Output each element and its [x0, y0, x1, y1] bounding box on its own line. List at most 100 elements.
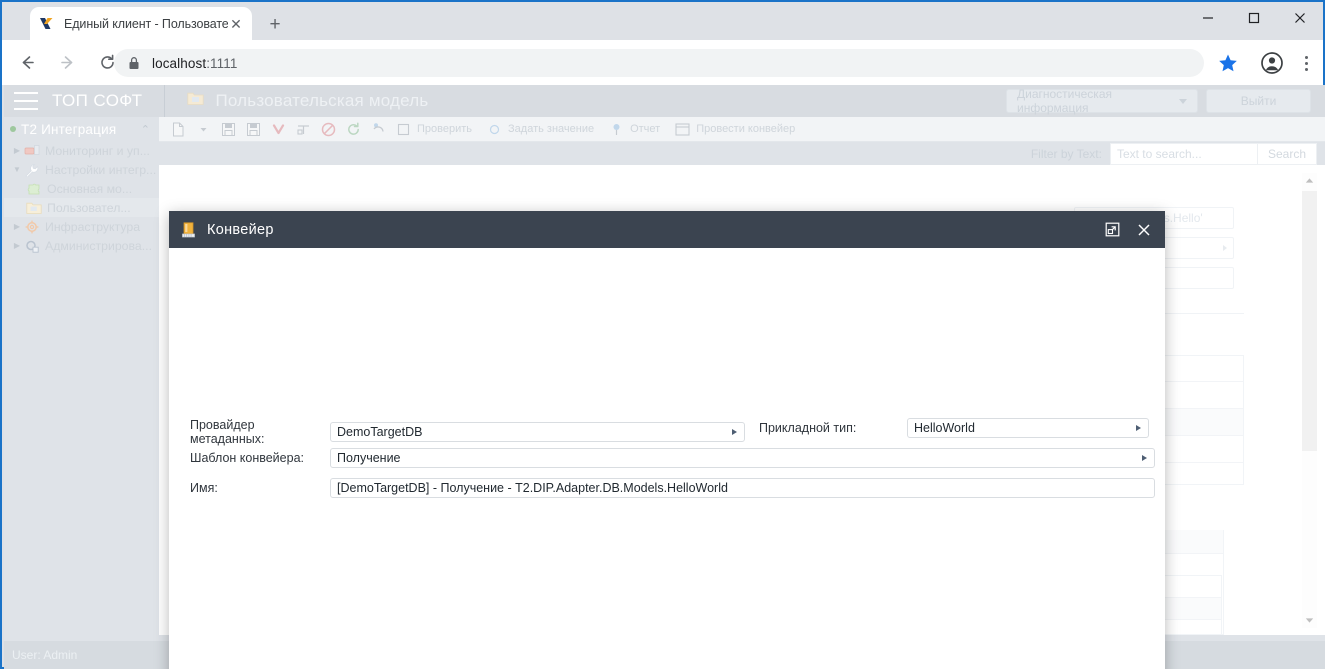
profile-icon[interactable] [1260, 51, 1284, 75]
diagnostics-dropdown-label: Диагностическая информация [1017, 87, 1112, 115]
toolbar-item-icon[interactable] [392, 119, 414, 139]
delete-icon[interactable] [267, 119, 289, 139]
expand-arrow-icon[interactable]: ▶ [10, 217, 24, 236]
sidebar-item-label: Администрирова... [45, 238, 153, 253]
address-bar[interactable]: localhost:1111 [114, 49, 1204, 77]
expand-arrow-icon[interactable]: ▶ [10, 141, 24, 160]
expand-arrow-icon[interactable]: ▶ [10, 236, 24, 255]
browser-tab[interactable]: Единый клиент - Пользовательс ✕ [30, 7, 252, 40]
chevron-right-icon [1223, 245, 1227, 251]
sidebar-item-infrastructure[interactable]: ▶ Инфраструктура [4, 217, 159, 236]
folder-icon [26, 201, 42, 215]
web-page: ТОП СОФТ Пользовательская модель Диагнос… [4, 85, 1325, 669]
forbidden-icon[interactable] [317, 119, 339, 139]
sidebar-root-label: T2 Интеграция [21, 121, 117, 137]
scrollbar-thumb[interactable] [1302, 191, 1317, 451]
logout-button[interactable]: Выйти [1206, 89, 1311, 113]
sidebar-item-monitoring[interactable]: ▶ Мониторинг и уп... [4, 141, 159, 160]
back-icon[interactable] [12, 48, 42, 78]
gear-icon [24, 220, 40, 234]
dialog-titlebar[interactable]: Конвейер [169, 211, 1165, 248]
vertical-scrollbar[interactable] [1302, 173, 1317, 628]
sidebar-item-label: Мониторинг и уп... [45, 143, 150, 158]
save-all-icon[interactable] [242, 119, 264, 139]
field-label: Провайдер метаданных: [190, 418, 265, 446]
refresh-icon[interactable] [342, 119, 364, 139]
metadata-provider-combobox[interactable]: DemoTargetDB [330, 422, 745, 442]
sidebar-item-label: Основная мо... [47, 181, 133, 196]
pipeline-template-combobox[interactable]: Получение [330, 448, 1155, 468]
chevron-right-icon[interactable] [1142, 455, 1147, 461]
close-button[interactable] [1277, 2, 1323, 34]
close-icon[interactable] [1129, 215, 1159, 245]
page-title: Пользовательская модель [215, 91, 429, 110]
forward-icon [52, 48, 82, 78]
toolbar-item-icon[interactable] [483, 119, 505, 139]
undo-icon[interactable] [367, 119, 389, 139]
dialog-title: Конвейер [207, 221, 274, 238]
folder-icon [187, 91, 205, 111]
browser-tab-title: Единый клиент - Пользовательс [64, 16, 228, 31]
menu-dot [1304, 55, 1308, 59]
sidebar-item-label: Пользовател... [47, 200, 131, 215]
field-label: Имя: [190, 481, 218, 495]
application-type-combobox[interactable]: HelloWorld [907, 418, 1149, 438]
metadata-provider-value: DemoTargetDB [337, 425, 423, 439]
sidebar-item-integration-settings[interactable]: ▼ Настройки интегр... [4, 160, 159, 179]
app-brand: ТОП СОФТ [52, 85, 166, 117]
window-icon[interactable] [671, 119, 693, 139]
chevron-right-icon[interactable] [1136, 425, 1141, 431]
filter-label: Filter by Text: [1030, 147, 1102, 161]
sidebar-item-user-model[interactable]: Пользовател... [4, 198, 159, 217]
application-type-value: HelloWorld [914, 421, 975, 435]
app-favicon [38, 15, 55, 32]
new-document-dropdown-icon[interactable] [192, 119, 214, 139]
save-icon[interactable] [217, 119, 239, 139]
dialog-window-controls [1097, 211, 1159, 248]
window-controls [1185, 2, 1323, 34]
app-header: ТОП СОФТ Пользовательская модель Диагнос… [4, 85, 1325, 117]
address-text: localhost:1111 [152, 56, 237, 71]
toolbar-item-label: Отчет [630, 123, 661, 135]
search-input[interactable]: Text to search... [1109, 143, 1258, 165]
status-user: User: Admin [12, 648, 78, 662]
menu-dot [1304, 67, 1308, 71]
browser-toolbar: localhost:1111 [2, 40, 1323, 85]
hamburger-menu-icon[interactable] [14, 92, 38, 110]
star-icon[interactable] [1217, 52, 1239, 74]
sidebar-item-label: Инфраструктура [45, 219, 141, 234]
minimize-button[interactable] [1185, 2, 1231, 34]
pipeline-template-value: Получение [337, 451, 401, 465]
scroll-up-icon[interactable] [1302, 173, 1317, 188]
filter-bar: Filter by Text: Text to search... Search [1031, 143, 1317, 165]
lock-icon [128, 56, 140, 70]
sidebar-item-base-model[interactable]: Основная мо... [4, 179, 159, 198]
scroll-down-icon[interactable] [1302, 613, 1317, 628]
search-button[interactable]: Search [1257, 143, 1317, 165]
new-tab-button[interactable]: + [262, 12, 288, 38]
form-row-metadata-provider: Провайдер метаданных: DemoTargetDB [190, 418, 745, 446]
cut-icon[interactable] [292, 119, 314, 139]
sidebar-item-administration[interactable]: ▶ Администрирова... [4, 236, 159, 255]
chevron-right-icon[interactable] [732, 429, 737, 435]
menu-dot [1304, 61, 1308, 65]
toolbar-item-label: Проверить [417, 123, 473, 135]
maximize-button[interactable] [1231, 2, 1277, 34]
new-document-icon[interactable] [167, 119, 189, 139]
pipeline-dialog: Конвейер Провайдер метаданных: DemoTarge… [169, 211, 1165, 669]
pin-icon[interactable] [605, 119, 627, 139]
status-dot-icon [10, 126, 16, 132]
collapse-arrow-icon[interactable]: ▼ [10, 160, 24, 179]
admin-icon [24, 239, 40, 253]
kebab-menu-icon[interactable] [1296, 51, 1316, 75]
name-input[interactable]: [DemoTargetDB] - Получение - T2.DIP.Adap… [330, 478, 1155, 498]
restore-window-icon[interactable] [1097, 215, 1127, 245]
dialog-body: Провайдер метаданных: DemoTargetDB Прикл… [169, 248, 1165, 669]
app-header-actions: Диагностическая информация Выйти [1006, 87, 1311, 115]
tab-close-icon[interactable]: ✕ [228, 16, 244, 32]
chevron-up-icon[interactable]: ⌃ [141, 123, 150, 136]
sidebar-root-node[interactable]: T2 Интеграция ⌃ [4, 117, 159, 141]
screen: Единый клиент - Пользовательс ✕ + [0, 0, 1325, 669]
diagnostics-dropdown-button[interactable]: Диагностическая информация [1006, 87, 1198, 115]
puzzle-icon [26, 182, 42, 196]
